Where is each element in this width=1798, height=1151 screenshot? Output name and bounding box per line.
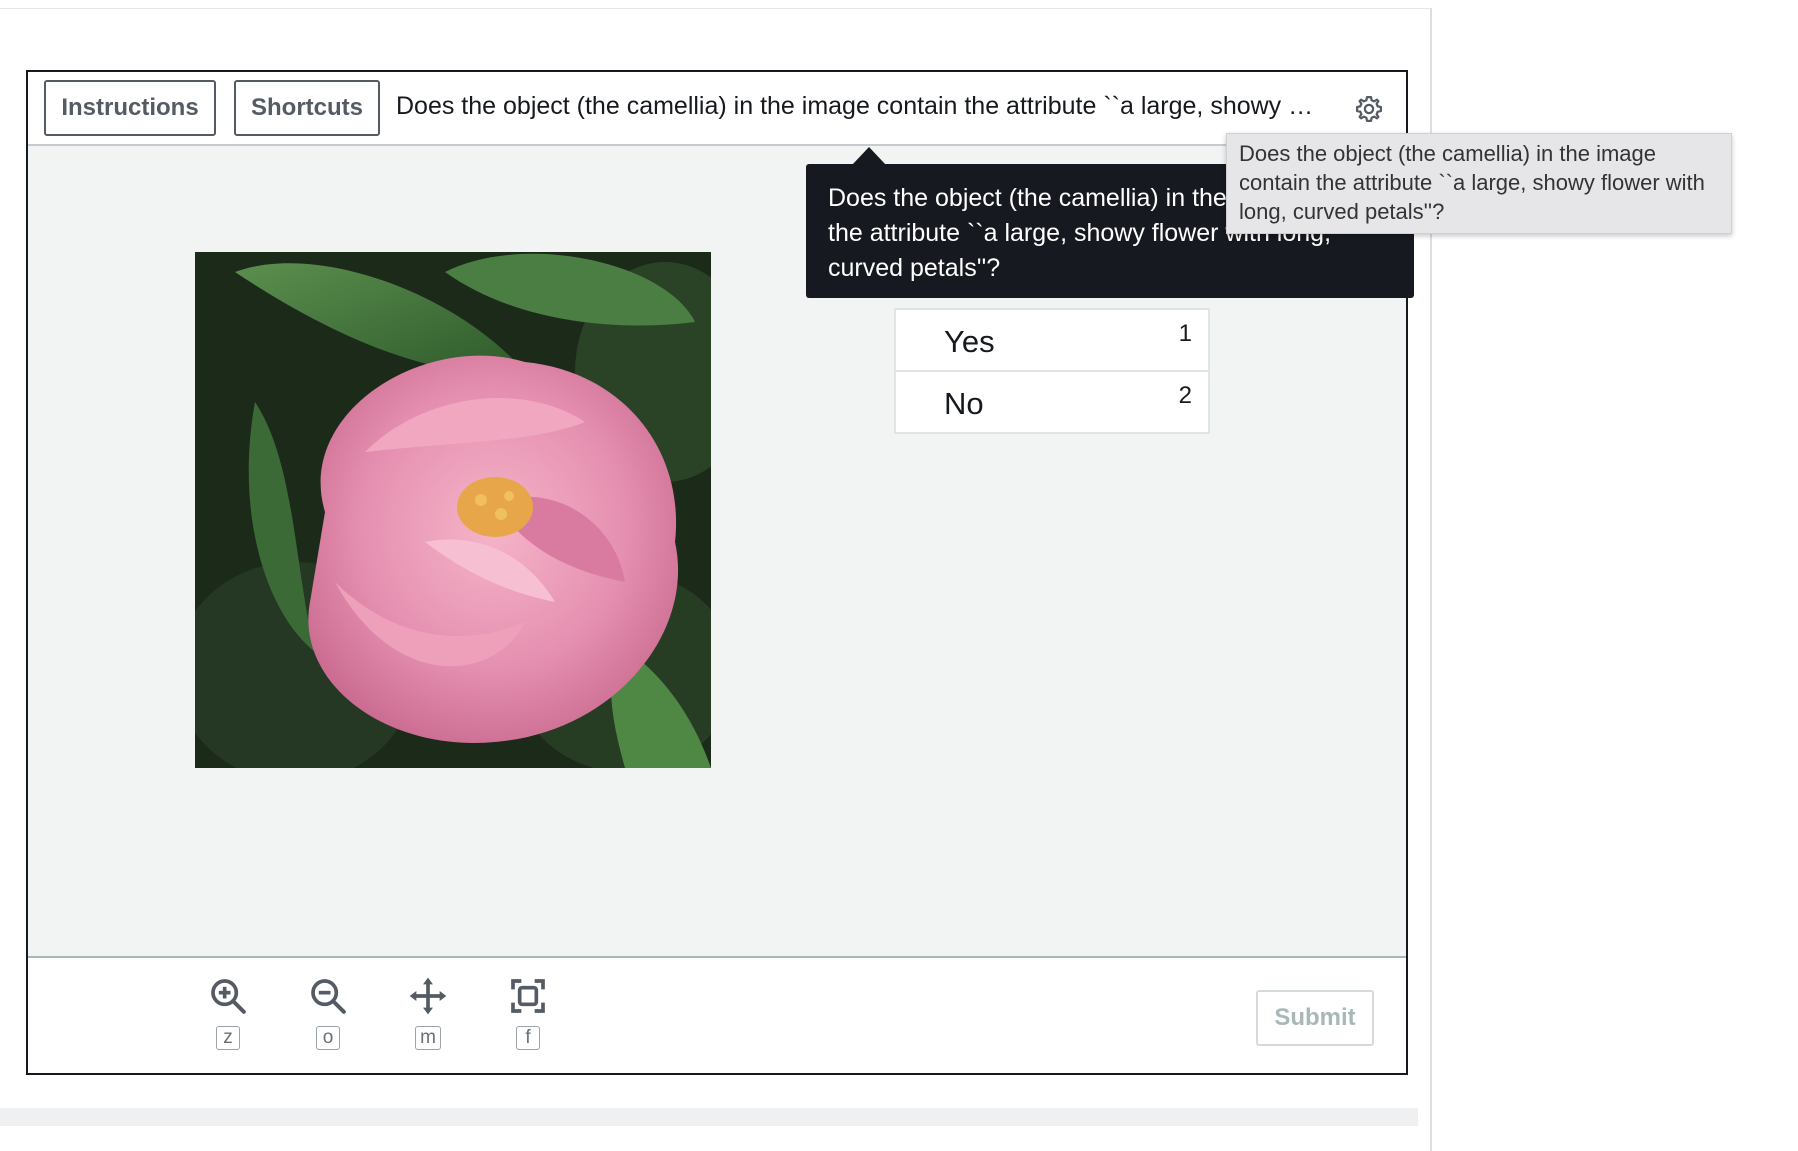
fit-screen-shortcut-key: f bbox=[516, 1026, 540, 1050]
move-shortcut-key: m bbox=[415, 1026, 441, 1050]
move-icon[interactable] bbox=[408, 976, 448, 1016]
answer-shortcut-key: 2 bbox=[1178, 382, 1192, 409]
camellia-image bbox=[195, 252, 711, 768]
submit-button[interactable]: Submit bbox=[1256, 990, 1374, 1046]
native-title-tooltip: Does the object (the camellia) in the im… bbox=[1226, 133, 1732, 234]
gear-icon[interactable] bbox=[1354, 94, 1384, 124]
shortcuts-button[interactable]: Shortcuts bbox=[234, 80, 380, 136]
task-header: Instructions Shortcuts Does the object (… bbox=[28, 72, 1406, 146]
page-bottom-band bbox=[0, 1108, 1418, 1126]
answer-list: Yes 1 No 2 bbox=[894, 308, 1210, 434]
fit-screen-icon[interactable] bbox=[508, 976, 548, 1016]
answer-label: Yes bbox=[944, 324, 995, 359]
zoom-out-shortcut-key: o bbox=[316, 1026, 340, 1050]
fit-screen-tool: f bbox=[498, 976, 558, 1050]
zoom-out-tool: o bbox=[298, 976, 358, 1050]
zoom-out-icon[interactable] bbox=[308, 976, 348, 1016]
move-tool: m bbox=[398, 976, 458, 1050]
instructions-button[interactable]: Instructions bbox=[44, 80, 216, 136]
tooltip-arrow bbox=[852, 147, 886, 165]
zoom-in-tool: z bbox=[198, 976, 258, 1050]
answer-label: No bbox=[944, 386, 984, 421]
zoom-in-icon[interactable] bbox=[208, 976, 248, 1016]
answer-option-yes[interactable]: Yes 1 bbox=[896, 310, 1208, 372]
answer-option-no[interactable]: No 2 bbox=[896, 372, 1208, 432]
answer-shortcut-key: 1 bbox=[1178, 320, 1192, 347]
task-footer: z o m f Submit bbox=[28, 956, 1406, 1073]
zoom-in-shortcut-key: z bbox=[216, 1026, 240, 1050]
question-title: Does the object (the camellia) in the im… bbox=[396, 92, 1314, 120]
